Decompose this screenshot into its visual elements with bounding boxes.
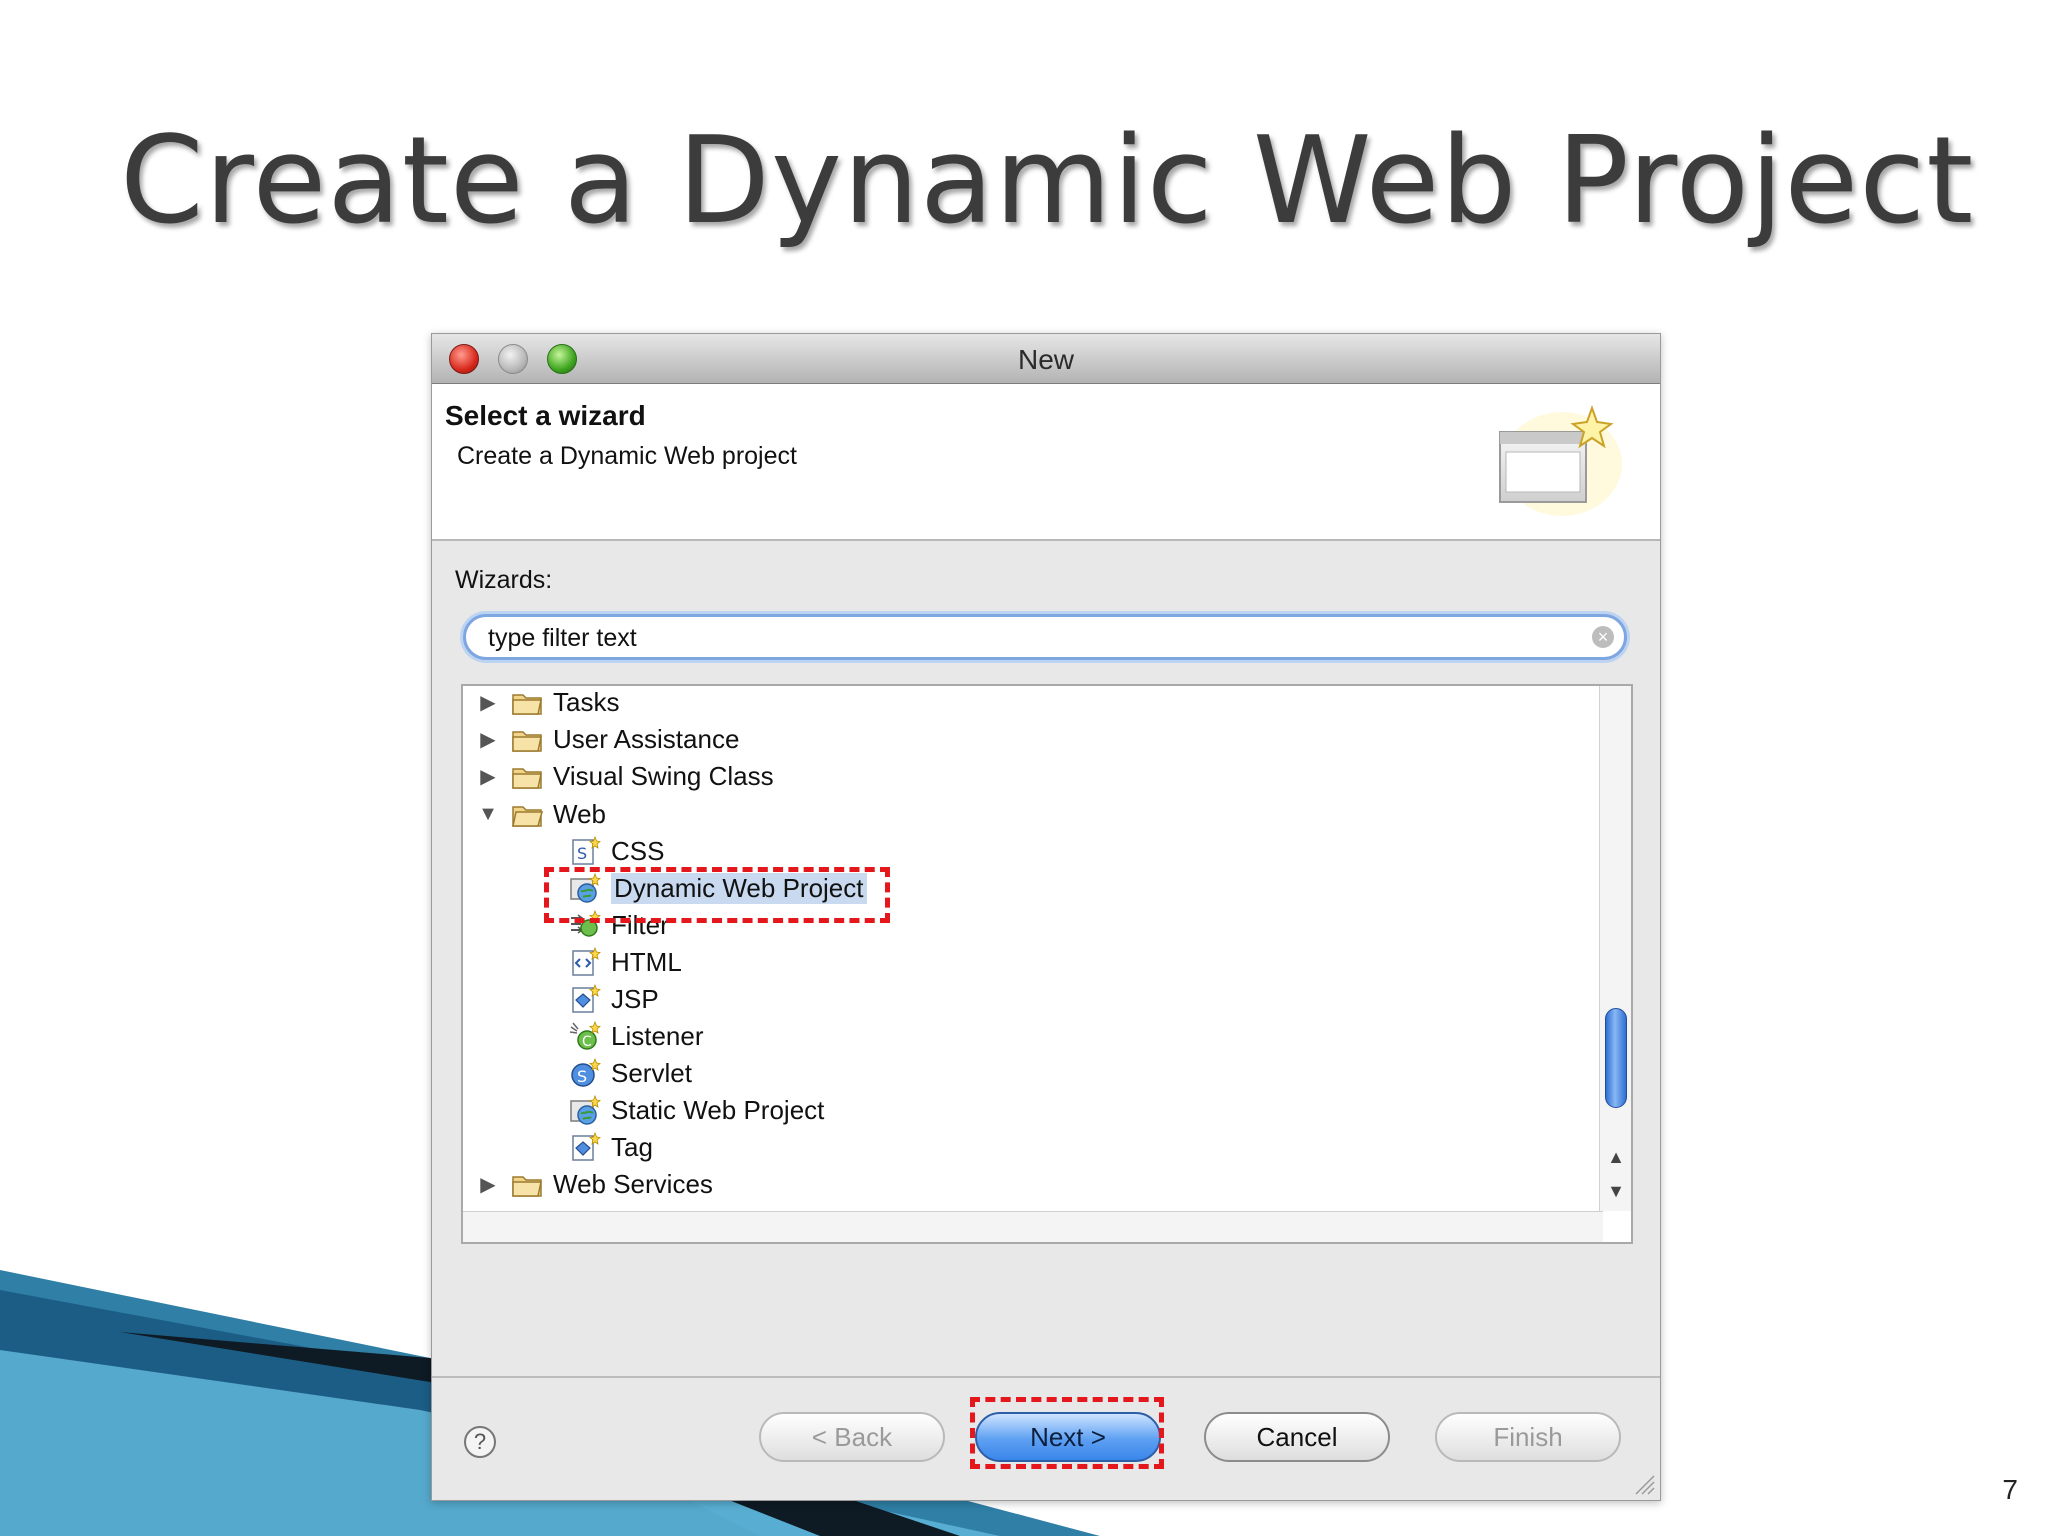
tree-item-label: Web Services <box>553 1168 713 1199</box>
slide-title: Create a Dynamic Web Project <box>120 112 1975 251</box>
collapse-arrow-icon[interactable]: ▼ <box>475 803 501 826</box>
tree-item-label: Servlet <box>611 1057 692 1088</box>
resize-grip-icon[interactable] <box>1632 1472 1656 1496</box>
dynamic-web-project-highlight <box>544 867 890 923</box>
tree-row-tasks[interactable]: ▶ Tasks <box>475 686 619 720</box>
svg-text:S: S <box>577 1067 587 1086</box>
expand-arrow-icon[interactable]: ▶ <box>475 1172 501 1197</box>
tree-row-servlet[interactable]: S Servlet <box>569 1055 692 1091</box>
expand-arrow-icon[interactable]: ▶ <box>475 690 501 715</box>
scroll-up-arrow-icon[interactable]: ▲ <box>1600 1142 1632 1172</box>
folder-open-icon <box>512 806 543 827</box>
window-title: New <box>1017 344 1074 375</box>
listener-icon: C <box>569 1021 601 1050</box>
wizard-header: Select a wizard Create a Dynamic Web pro… <box>432 384 1660 541</box>
wizard-tree: ▶ Tasks ▶ User Assistance ▶ Visual Swing… <box>461 684 1633 1244</box>
tree-row-css[interactable]: S CSS <box>569 833 664 869</box>
web-project-icon <box>570 1095 601 1125</box>
folder-icon <box>512 1176 542 1197</box>
filter-field: × <box>463 614 1627 660</box>
tree-row-web-services[interactable]: ▶ Web Services <box>475 1166 713 1202</box>
clear-filter-icon[interactable]: × <box>1592 626 1614 648</box>
folder-icon <box>512 731 542 752</box>
servlet-icon: S <box>571 1058 601 1087</box>
tree-item-label: Tag <box>611 1131 653 1162</box>
tree-item-label: User Assistance <box>553 723 740 754</box>
help-icon[interactable]: ? <box>464 1426 496 1458</box>
svg-text:S: S <box>577 844 587 863</box>
tree-row-web[interactable]: ▼ Web <box>475 796 606 832</box>
next-button-highlight <box>970 1397 1164 1469</box>
tree-row-tag[interactable]: Tag <box>569 1129 653 1165</box>
wizard-header-title: Select a wizard <box>445 400 646 431</box>
tree-item-label: Listener <box>611 1020 704 1051</box>
wizard-tree-list: ▶ Tasks ▶ User Assistance ▶ Visual Swing… <box>463 686 1603 1211</box>
jsp-file-icon <box>572 984 601 1013</box>
expand-arrow-icon[interactable]: ▶ <box>475 764 501 789</box>
tree-item-label: Visual Swing Class <box>553 760 774 791</box>
footer-separator <box>432 1376 1660 1378</box>
tree-row-jsp[interactable]: JSP <box>569 981 659 1017</box>
cancel-button[interactable]: Cancel <box>1204 1412 1390 1462</box>
tree-item-label: Tasks <box>553 686 620 717</box>
wizard-header-description: Create a Dynamic Web project <box>457 442 797 470</box>
css-file-icon: S <box>572 836 601 865</box>
wizards-label: Wizards: <box>455 566 553 594</box>
tree-item-label: JSP <box>611 983 659 1014</box>
title-bar[interactable]: New <box>432 334 1660 384</box>
wizard-filter-input[interactable] <box>488 623 1578 653</box>
tree-item-label: CSS <box>611 835 665 866</box>
folder-icon <box>512 694 542 715</box>
expand-arrow-icon[interactable]: ▶ <box>475 727 501 752</box>
scroll-down-arrow-icon[interactable]: ▼ <box>1600 1176 1632 1206</box>
tree-row-html[interactable]: HTML <box>569 944 682 980</box>
tree-vertical-scrollbar[interactable]: ▲ ▼ <box>1599 686 1631 1211</box>
folder-icon <box>512 768 542 789</box>
tree-item-label: HTML <box>611 946 682 977</box>
tree-horizontal-scrollbar[interactable] <box>463 1211 1603 1242</box>
scrollbar-thumb[interactable] <box>1605 1008 1627 1108</box>
finish-button[interactable]: Finish <box>1435 1412 1621 1462</box>
tag-file-icon <box>572 1132 601 1161</box>
tree-item-label: Static Web Project <box>611 1094 825 1125</box>
tree-row-static-web-project[interactable]: Static Web Project <box>569 1092 824 1128</box>
tree-row-listener[interactable]: C Listener <box>569 1018 704 1054</box>
html-file-icon <box>572 947 601 976</box>
tree-row-visual-swing-class[interactable]: ▶ Visual Swing Class <box>475 758 774 794</box>
new-wizard-banner-icon <box>1499 405 1622 516</box>
svg-text:C: C <box>582 1034 592 1050</box>
slide-number: 7 <box>2002 1474 2018 1505</box>
tree-row-user-assistance[interactable]: ▶ User Assistance <box>475 721 739 757</box>
back-button[interactable]: < Back <box>759 1412 945 1462</box>
tree-item-label: Web <box>553 798 606 829</box>
